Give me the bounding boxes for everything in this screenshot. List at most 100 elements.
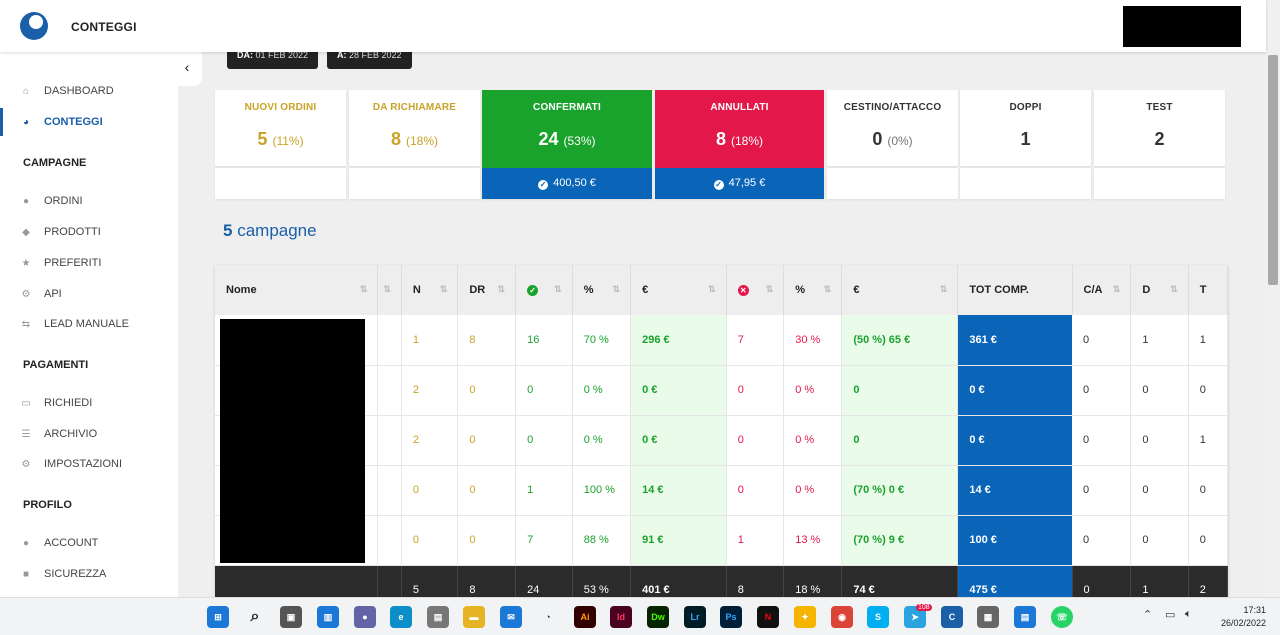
mail-icon[interactable]: ✉	[500, 606, 522, 628]
card-annullati[interactable]: ANNULLATI 8 (18%)	[655, 90, 824, 168]
column-header-ca[interactable]: C/A ⇅	[1072, 265, 1132, 315]
sidebar-section-campagne: CAMPAGNE	[23, 157, 87, 169]
store-icon[interactable]: ▤	[427, 606, 449, 628]
widgets-icon[interactable]: ▥	[317, 606, 339, 628]
card-value: 8	[715, 129, 726, 149]
column-header-d[interactable]: D ⇅	[1130, 265, 1189, 315]
card-confermati[interactable]: CONFERMATI 24 (53%)	[482, 90, 652, 168]
subcard-empty	[215, 168, 346, 199]
windows-start-icon[interactable]: ⊞	[207, 606, 229, 628]
sidebar-item-archivio[interactable]: ☰ ARCHIVIO	[0, 424, 178, 444]
sidebar-item-api[interactable]: ⚙ API	[0, 284, 178, 304]
dreamweaver-icon[interactable]: Dw	[647, 606, 669, 628]
table-row[interactable]: 0 0 1 100 % 14 €0 0 % (70 %) 0 €14 €0 0 0	[215, 465, 1228, 516]
cell-ok: 7	[515, 515, 573, 566]
column-header-cancelled-pct[interactable]: % ⇅	[783, 265, 843, 315]
column-header-confirmed[interactable]: ✓ ⇅	[515, 265, 573, 315]
sidebar-item-conteggi[interactable]: ◕ CONTEGGI	[0, 108, 178, 136]
sidebar-item-dashboard[interactable]: ⌂ DASHBOARD	[0, 81, 178, 101]
search-icon[interactable]: ⌕	[244, 606, 266, 628]
cell-koe: (70 %) 9 €	[841, 515, 959, 566]
notepad-icon[interactable]: ▤	[1014, 606, 1036, 628]
cell-ok: 16	[515, 315, 573, 366]
app-c-icon[interactable]: C	[941, 606, 963, 628]
sidebar-item-impostazioni[interactable]: ⚙ IMPOSTAZIONI	[0, 454, 178, 474]
speedometer-icon[interactable]: ◔	[537, 606, 559, 628]
sidebar-item-lead-manuale[interactable]: ⇆ LEAD MANUALE	[0, 314, 178, 334]
sidebar-item-sicurezza[interactable]: ■ SICUREZZA	[0, 564, 178, 584]
card-nuovi-ordini[interactable]: NUOVI ORDINI 5 (11%)	[215, 90, 346, 166]
card-label: ANNULLATI	[710, 102, 769, 113]
sort-icon[interactable]: ⇅	[613, 284, 621, 295]
table-row[interactable]: 1 8 16 70 % 296 €7 30 % (50 %) 65 €361 €0 1 1	[215, 315, 1228, 366]
card-doppi[interactable]: DOPPI 1	[960, 90, 1091, 166]
sort-icon[interactable]: ⇅	[440, 284, 448, 295]
chrome-icon[interactable]: ◉	[831, 606, 853, 628]
chevron-left-icon[interactable]: ‹	[172, 52, 202, 86]
network-icon[interactable]: ▭	[1165, 608, 1175, 621]
netflix-icon[interactable]: N	[757, 606, 779, 628]
edge-icon[interactable]: e	[390, 606, 412, 628]
footer-cell-koe: 74 €	[841, 565, 959, 597]
clock[interactable]: 17:31 26/02/2022	[1212, 604, 1266, 630]
file-explorer-icon[interactable]: ▬	[463, 606, 485, 628]
sort-icon[interactable]: ⇅	[1113, 284, 1121, 295]
sort-icon[interactable]: ⇅	[708, 284, 716, 295]
lightroom-icon[interactable]: Lr	[684, 606, 706, 628]
cell-ko: 1	[726, 515, 785, 566]
footer-cell-n: 5	[401, 565, 459, 597]
sort-icon[interactable]: ⇅	[554, 284, 562, 295]
photoshop-icon[interactable]: Ps	[720, 606, 742, 628]
chevron-up-icon[interactable]: ⌃	[1143, 608, 1152, 621]
card-value: 24	[538, 129, 559, 149]
sort-icon[interactable]: ⇅	[766, 284, 774, 295]
skype-icon[interactable]: S	[867, 606, 889, 628]
column-header-empty[interactable]: ⇅	[377, 265, 402, 315]
page-scrollbar-thumb[interactable]	[1268, 55, 1278, 285]
sort-icon[interactable]: ⇅	[940, 284, 948, 295]
column-header-t[interactable]: T	[1188, 265, 1228, 315]
column-header-cancelled-eur[interactable]: € ⇅	[841, 265, 959, 315]
card-cestino-attacco[interactable]: CESTINO/ATTACCO 0 (0%)	[827, 90, 958, 166]
cell-dr: 8	[457, 315, 517, 366]
cell-spacer	[377, 465, 402, 516]
sidebar-item-prodotti[interactable]: ◆ PRODOTTI	[0, 222, 178, 242]
check-circle-icon: ●	[22, 195, 30, 207]
sort-icon[interactable]: ⇅	[1170, 284, 1178, 295]
card-da-richiamare[interactable]: DA RICHIAMARE 8 (18%)	[349, 90, 480, 166]
sort-icon[interactable]: ⇅	[383, 284, 391, 295]
cell-dr: 0	[457, 465, 517, 516]
column-header-confirmed-eur[interactable]: € ⇅	[630, 265, 727, 315]
indesign-icon[interactable]: Id	[610, 606, 632, 628]
card-test[interactable]: TEST 2	[1094, 90, 1225, 166]
column-header-dr[interactable]: DR ⇅	[457, 265, 517, 315]
pinwheel-icon[interactable]: ✦	[794, 606, 816, 628]
sidebar-item-preferiti[interactable]: ★ PREFERITI	[0, 253, 178, 273]
cell-tot: 100 €	[957, 515, 1073, 566]
column-header-cancelled[interactable]: ✕ ⇅	[726, 265, 785, 315]
card-label: TEST	[1146, 102, 1173, 113]
sidebar-item-account[interactable]: ● ACCOUNT	[0, 533, 178, 553]
cell-n: 2	[401, 415, 459, 466]
whatsapp-icon[interactable]: ☏	[1051, 606, 1073, 628]
teams-icon[interactable]: ●	[354, 606, 376, 628]
app-logo[interactable]	[20, 12, 48, 40]
column-header-n[interactable]: N ⇅	[401, 265, 459, 315]
sort-icon[interactable]: ⇅	[360, 284, 368, 295]
table-row[interactable]: 2000 % 0 €0 0 % 0 0 €0 0 0	[215, 365, 1228, 416]
volume-icon[interactable]: 🔈︎	[1185, 608, 1192, 621]
calculator-icon[interactable]: ▦	[977, 606, 999, 628]
task-view-icon[interactable]: ▣	[280, 606, 302, 628]
illustrator-icon[interactable]: Ai	[574, 606, 596, 628]
sidebar-item-ordini[interactable]: ● ORDINI	[0, 191, 178, 211]
column-header-tot-comp[interactable]: TOT COMP.	[957, 265, 1073, 315]
card-value: 2	[1154, 129, 1165, 149]
column-header-confirmed-pct[interactable]: % ⇅	[572, 265, 632, 315]
table-row[interactable]: 2000 % 0 €0 0 % 0 0 €0 0 1	[215, 415, 1228, 466]
sort-icon[interactable]: ⇅	[498, 284, 506, 295]
column-header-nome[interactable]: Nome ⇅	[215, 265, 379, 315]
sidebar-item-richiedi[interactable]: ▭ RICHIEDI	[0, 393, 178, 413]
sort-icon[interactable]: ⇅	[824, 284, 832, 295]
cell-t: 0	[1188, 465, 1228, 516]
table-row[interactable]: 0 0 7 88 % 91 €1 13 % (70 %) 9 €100 €0 0 0	[215, 515, 1228, 566]
